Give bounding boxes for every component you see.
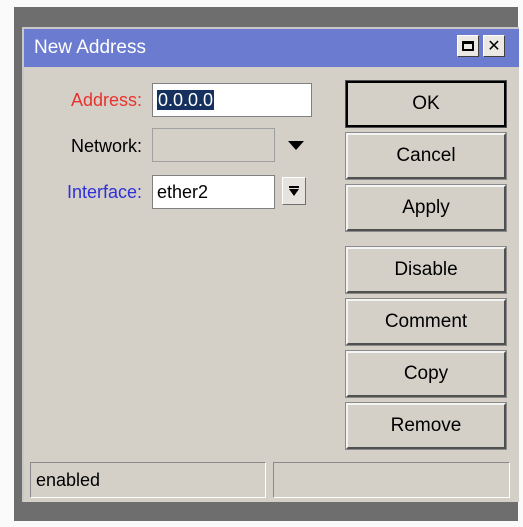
- maximize-button[interactable]: [457, 35, 479, 57]
- close-icon: ✕: [487, 36, 501, 55]
- address-value: 0.0.0.0: [157, 90, 215, 110]
- address-label: Address:: [70, 90, 142, 110]
- interface-dropdown-button[interactable]: [282, 177, 306, 205]
- dropdown-bar: [289, 186, 299, 188]
- ok-button[interactable]: OK: [345, 80, 507, 128]
- comment-button[interactable]: Comment: [345, 298, 507, 346]
- status-bar-right: [273, 462, 510, 498]
- status-bar-left: enabled: [30, 462, 266, 498]
- cancel-button[interactable]: Cancel: [345, 132, 507, 180]
- window-title: New Address: [34, 37, 146, 58]
- network-input[interactable]: [152, 128, 275, 162]
- status-text: enabled: [36, 470, 101, 490]
- remove-button[interactable]: Remove: [345, 402, 507, 450]
- address-input[interactable]: 0.0.0.0: [152, 83, 312, 117]
- dropdown-icon: [289, 189, 299, 196]
- title-bar[interactable]: New Address ✕: [24, 29, 519, 67]
- apply-button[interactable]: Apply: [345, 184, 507, 232]
- dropdown-arrow-icon[interactable]: [288, 141, 304, 150]
- network-label: Network:: [70, 136, 142, 156]
- close-button[interactable]: ✕: [483, 35, 505, 57]
- maximize-icon: [462, 41, 474, 51]
- interface-label: Interface:: [66, 182, 142, 202]
- disable-button[interactable]: Disable: [345, 246, 507, 294]
- new-address-dialog: New Address ✕ Address: 0.0.0.0 Network: …: [22, 27, 519, 502]
- copy-button[interactable]: Copy: [345, 350, 507, 398]
- interface-input[interactable]: ether2: [152, 175, 275, 209]
- interface-value: ether2: [157, 182, 209, 202]
